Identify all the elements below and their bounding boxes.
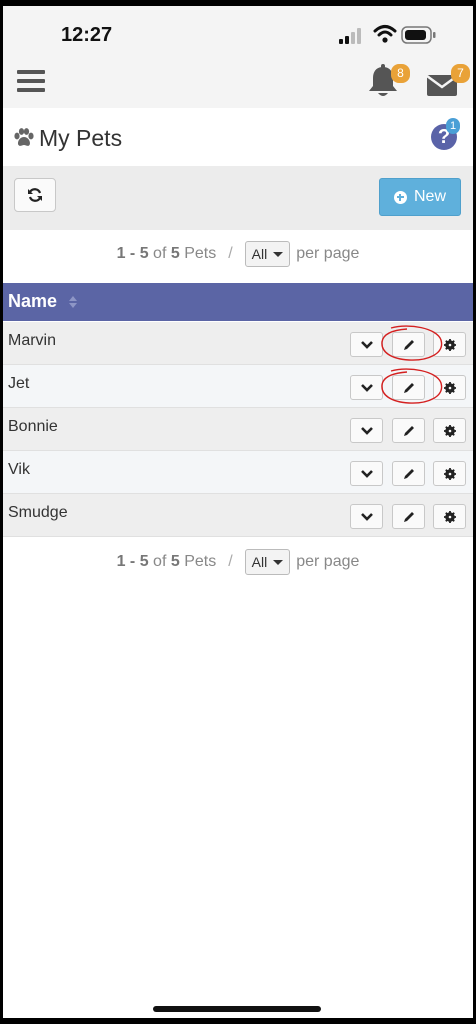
pagination-top: 1 - 5 of 5 Pets / All per page <box>3 239 473 269</box>
messages-button[interactable]: 7 <box>425 64 470 103</box>
pagination-range: 1 - 5 <box>116 553 149 570</box>
pet-name: Bonnie <box>8 418 58 435</box>
phone-screen: 12:27 8 7 My Pets ? 1 New 1 - 5 of 5 Pet… <box>3 6 473 1018</box>
refresh-button[interactable] <box>14 178 56 212</box>
expand-row-button[interactable] <box>350 461 383 486</box>
table-row: Smudge <box>3 494 473 537</box>
edit-pet-button[interactable] <box>392 332 425 357</box>
gear-icon <box>443 510 456 523</box>
per-page-select[interactable]: All <box>244 241 291 267</box>
pagination-unit: Pets <box>184 553 217 570</box>
table-row: Jet <box>3 365 473 408</box>
pets-table-body: Marvin Jet Bonnie Vik Smudge <box>3 322 473 537</box>
top-navigation: 8 7 <box>3 56 473 108</box>
page-header: My Pets ? 1 <box>3 108 473 166</box>
pagination-range: 1 - 5 <box>116 245 149 262</box>
pagination-unit: Pets <box>184 245 217 262</box>
pet-name: Vik <box>8 461 30 478</box>
cellular-signal-icon <box>339 28 361 44</box>
expand-row-button[interactable] <box>350 504 383 529</box>
column-header-name[interactable]: Name <box>8 291 57 312</box>
table-row: Vik <box>3 451 473 494</box>
pagination-of: of <box>153 553 167 570</box>
table-row: Bonnie <box>3 408 473 451</box>
help-button[interactable]: ? 1 <box>431 118 460 150</box>
pet-settings-button[interactable] <box>433 332 466 357</box>
page-title: My Pets <box>39 125 123 151</box>
per-page-value: All <box>251 246 268 262</box>
chevron-down-icon <box>360 469 373 478</box>
pet-settings-button[interactable] <box>433 504 466 529</box>
status-bar: 12:27 <box>3 6 473 56</box>
edit-pet-button[interactable] <box>392 504 425 529</box>
messages-badge: 7 <box>451 64 470 83</box>
chevron-down-icon <box>360 383 373 392</box>
edit-pet-button[interactable] <box>392 375 425 400</box>
plus-circle-icon <box>393 190 407 204</box>
table-row: Marvin <box>3 322 473 365</box>
gear-icon <box>443 424 456 437</box>
pagination-total: 5 <box>170 553 180 570</box>
notifications-badge: 8 <box>391 64 410 83</box>
pencil-icon <box>403 382 414 393</box>
battery-icon <box>401 26 436 44</box>
caret-down-icon <box>273 251 284 257</box>
gear-icon <box>443 467 456 480</box>
toolbar: New <box>3 166 473 230</box>
gear-icon <box>443 381 456 394</box>
pet-settings-button[interactable] <box>433 418 466 443</box>
per-page-value: All <box>251 554 268 570</box>
chevron-down-icon <box>360 340 373 349</box>
pencil-icon <box>403 425 414 436</box>
per-page-label: per page <box>296 553 360 570</box>
paw-icon <box>14 128 34 146</box>
pagination-separator: / <box>228 553 233 570</box>
pencil-icon <box>403 339 414 350</box>
pet-name: Smudge <box>8 504 68 521</box>
edit-pet-button[interactable] <box>392 461 425 486</box>
pet-name: Marvin <box>8 332 57 349</box>
per-page-select[interactable]: All <box>244 549 291 575</box>
pagination-of: of <box>153 245 167 262</box>
new-pet-button[interactable]: New <box>379 178 461 216</box>
pagination-separator: / <box>228 245 233 262</box>
hamburger-icon[interactable] <box>17 70 45 92</box>
pet-settings-button[interactable] <box>433 375 466 400</box>
sort-icon[interactable] <box>68 295 78 309</box>
table-header: Name <box>3 283 473 321</box>
expand-row-button[interactable] <box>350 418 383 443</box>
pet-settings-button[interactable] <box>433 461 466 486</box>
refresh-icon <box>28 188 42 202</box>
status-time: 12:27 <box>61 24 113 46</box>
chevron-down-icon <box>360 426 373 435</box>
new-button-label: New <box>413 188 446 205</box>
pencil-icon <box>403 468 414 479</box>
pencil-icon <box>403 511 414 522</box>
pagination-total: 5 <box>170 245 180 262</box>
per-page-label: per page <box>296 245 360 262</box>
notifications-button[interactable]: 8 <box>367 64 410 103</box>
expand-row-button[interactable] <box>350 332 383 357</box>
expand-row-button[interactable] <box>350 375 383 400</box>
pet-name: Jet <box>8 375 30 392</box>
chevron-down-icon <box>360 512 373 521</box>
pagination-bottom: 1 - 5 of 5 Pets / All per page <box>3 547 473 577</box>
help-badge: 1 <box>446 118 460 134</box>
caret-down-icon <box>273 559 284 565</box>
gear-icon <box>443 338 456 351</box>
home-indicator[interactable] <box>153 1006 321 1012</box>
edit-pet-button[interactable] <box>392 418 425 443</box>
wifi-icon <box>373 25 397 43</box>
